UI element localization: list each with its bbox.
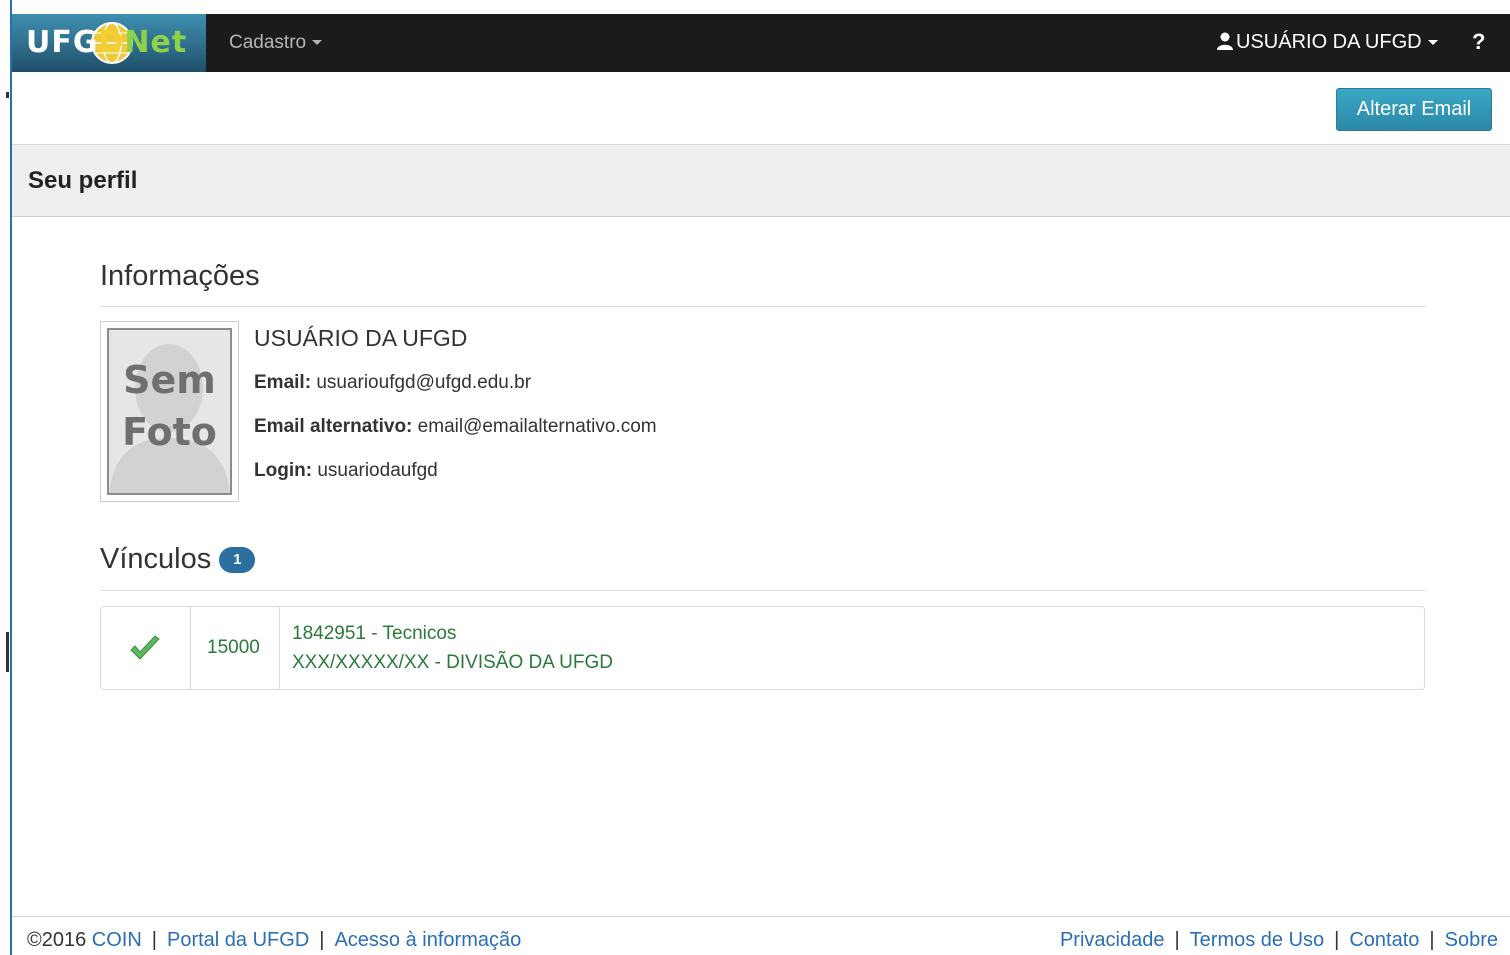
footer-link-coin[interactable]: COIN: [92, 929, 142, 951]
footer-right: Privacidade | Termos de Uso | Contato | Sobre: [1060, 929, 1498, 952]
login-value: usuariodaufgd: [317, 460, 438, 481]
divider: [100, 306, 1426, 307]
brand-part-ufg: UFG: [26, 25, 99, 60]
vinculo-code-cell: 15000: [191, 607, 280, 689]
email-value: usuarioufgd@ufgd.edu.br: [316, 372, 532, 393]
login-label: Login:: [254, 460, 313, 481]
footer-link-privacidade[interactable]: Privacidade: [1060, 929, 1165, 951]
footer-left: ©2016 COIN | Portal da UFGD | Acesso à infor…: [27, 929, 521, 952]
vinculo-matricula: 1842951 - Tecnicos: [292, 623, 457, 644]
footer-link-portal[interactable]: Portal da UFGD: [167, 929, 309, 951]
page-title: Seu perfil: [28, 167, 138, 194]
footer-separator: |: [151, 929, 157, 951]
action-bar: Alterar Email: [12, 72, 1510, 144]
vinculo-status-cell: [101, 607, 191, 689]
email-label: Email:: [254, 372, 312, 393]
brand-logo[interactable]: UFGDNet: [12, 14, 206, 72]
menu-cadastro[interactable]: Cadastro: [229, 32, 323, 54]
login-row: Login: usuariodaufgd: [254, 460, 438, 482]
alt-email-label: Email alternativo:: [254, 416, 413, 437]
profile-photo: Sem Foto: [100, 321, 239, 502]
edge-mark: [6, 632, 9, 672]
photo-text-sem: Sem: [123, 358, 216, 402]
informacoes-heading: Informações: [100, 260, 260, 292]
vinculos-title: Vínculos: [100, 543, 212, 575]
brand-text: UFGDNet: [26, 25, 187, 60]
footer-link-acesso[interactable]: Acesso à informação: [334, 929, 521, 951]
vinculos-count-badge: 1: [219, 547, 256, 574]
chevron-down-icon: [1427, 40, 1438, 46]
vinculos-table: 15000 1842951 - Tecnicos XXX/XXXXX/XX - …: [100, 606, 1425, 690]
vinculos-heading: Vínculos 1: [100, 543, 256, 576]
divider: [100, 590, 1426, 591]
footer-separator: |: [1429, 929, 1435, 951]
window-left-edge: [0, 0, 12, 955]
menu-cadastro-label: Cadastro: [229, 32, 307, 53]
photo-placeholder: Sem Foto: [107, 328, 232, 495]
top-navbar: UFGDNet Cadastro USUÁRIO DA UFGD ?: [12, 14, 1510, 72]
photo-text-foto: Foto: [122, 410, 217, 454]
brand-part-d: D: [98, 25, 125, 60]
vinculo-desc-cell: 1842951 - Tecnicos XXX/XXXXX/XX - DIVISÃ…: [280, 607, 1424, 689]
check-icon: [130, 635, 160, 660]
email-row: Email: usuarioufgd@ufgd.edu.br: [254, 372, 531, 394]
user-menu[interactable]: USUÁRIO DA UFGD: [1216, 31, 1438, 54]
footer-separator: |: [319, 929, 325, 951]
alt-email-row: Email alternativo: email@emailalternativ…: [254, 416, 657, 438]
chevron-down-icon: [312, 40, 323, 46]
footer: ©2016 COIN | Portal da UFGD | Acesso à infor…: [12, 916, 1510, 955]
user-name: USUÁRIO DA UFGD: [1236, 31, 1422, 53]
edge-mark: [6, 92, 9, 98]
footer-copyright: ©2016: [27, 929, 87, 951]
footer-link-contato[interactable]: Contato: [1349, 929, 1419, 951]
help-button[interactable]: ?: [1472, 29, 1485, 55]
footer-link-termos[interactable]: Termos de Uso: [1190, 929, 1325, 951]
vinculo-lotacao: XXX/XXXXX/XX - DIVISÃO DA UFGD: [292, 652, 613, 673]
user-icon: [1217, 32, 1233, 50]
footer-link-sobre[interactable]: Sobre: [1445, 929, 1498, 951]
page-header: Seu perfil: [12, 144, 1510, 217]
alt-email-value: email@emailalternativo.com: [417, 416, 657, 437]
footer-separator: |: [1334, 929, 1340, 951]
footer-separator: |: [1174, 929, 1180, 951]
user-full-name: USUÁRIO DA UFGD: [254, 325, 468, 351]
alterar-email-button[interactable]: Alterar Email: [1336, 88, 1492, 131]
vinculo-code: 15000: [207, 637, 260, 658]
brand-part-net: Net: [124, 25, 188, 60]
